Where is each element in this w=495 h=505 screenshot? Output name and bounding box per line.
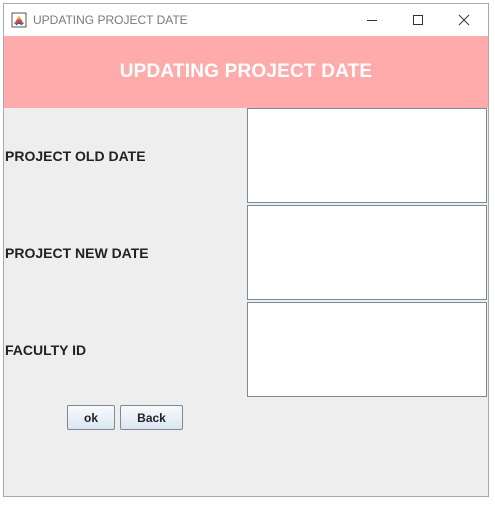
project-old-date-label: PROJECT OLD DATE — [5, 148, 146, 164]
project-new-date-field[interactable] — [247, 205, 487, 300]
page-title: UPDATING PROJECT DATE — [120, 61, 373, 83]
close-icon — [458, 14, 470, 26]
app-window: UPDATING PROJECT DATE UPDATING PROJECT D… — [3, 3, 489, 497]
back-button[interactable]: Back — [120, 405, 183, 430]
project-new-date-label: PROJECT NEW DATE — [5, 245, 149, 261]
minimize-button[interactable] — [349, 4, 395, 36]
faculty-id-label: FACULTY ID — [5, 342, 86, 358]
ok-button[interactable]: ok — [67, 405, 115, 430]
maximize-button[interactable] — [395, 4, 441, 36]
window-title: UPDATING PROJECT DATE — [33, 13, 188, 27]
java-app-icon — [11, 12, 27, 28]
title-bar[interactable]: UPDATING PROJECT DATE — [4, 4, 488, 36]
maximize-icon — [412, 14, 424, 26]
faculty-id-field[interactable] — [247, 302, 487, 397]
minimize-icon — [366, 14, 378, 26]
project-old-date-field[interactable] — [247, 108, 487, 203]
close-button[interactable] — [441, 4, 487, 36]
header-banner: UPDATING PROJECT DATE — [4, 36, 488, 108]
